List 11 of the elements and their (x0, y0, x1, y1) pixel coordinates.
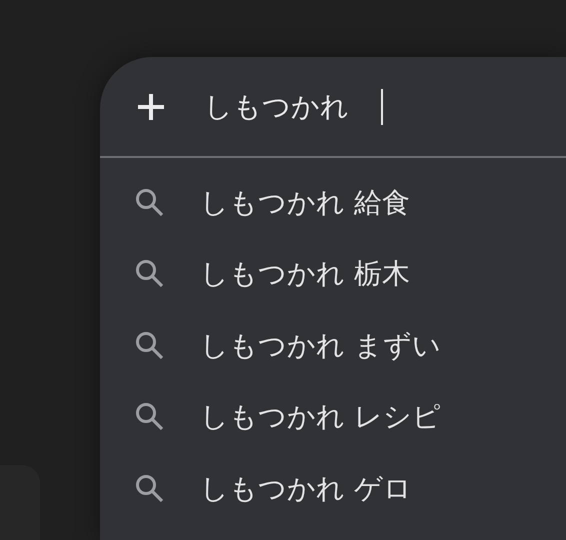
suggestion-item[interactable]: しもつかれ 給食 (200, 182, 410, 224)
search-icon (134, 186, 166, 219)
suggestion-item[interactable]: しもつかれ ゲロ (200, 468, 412, 510)
suggestion-item[interactable]: しもつかれ まずい (200, 324, 441, 367)
suggestion-item[interactable]: しもつかれ 栃木 (200, 253, 410, 296)
search-icon (134, 330, 166, 362)
text-cursor (381, 88, 383, 124)
search-query[interactable]: しもつかれ (204, 86, 349, 128)
suggestion-item[interactable]: しもつかれ レシピ (200, 396, 441, 438)
search-icon (134, 472, 166, 505)
plus-icon[interactable] (136, 92, 166, 122)
